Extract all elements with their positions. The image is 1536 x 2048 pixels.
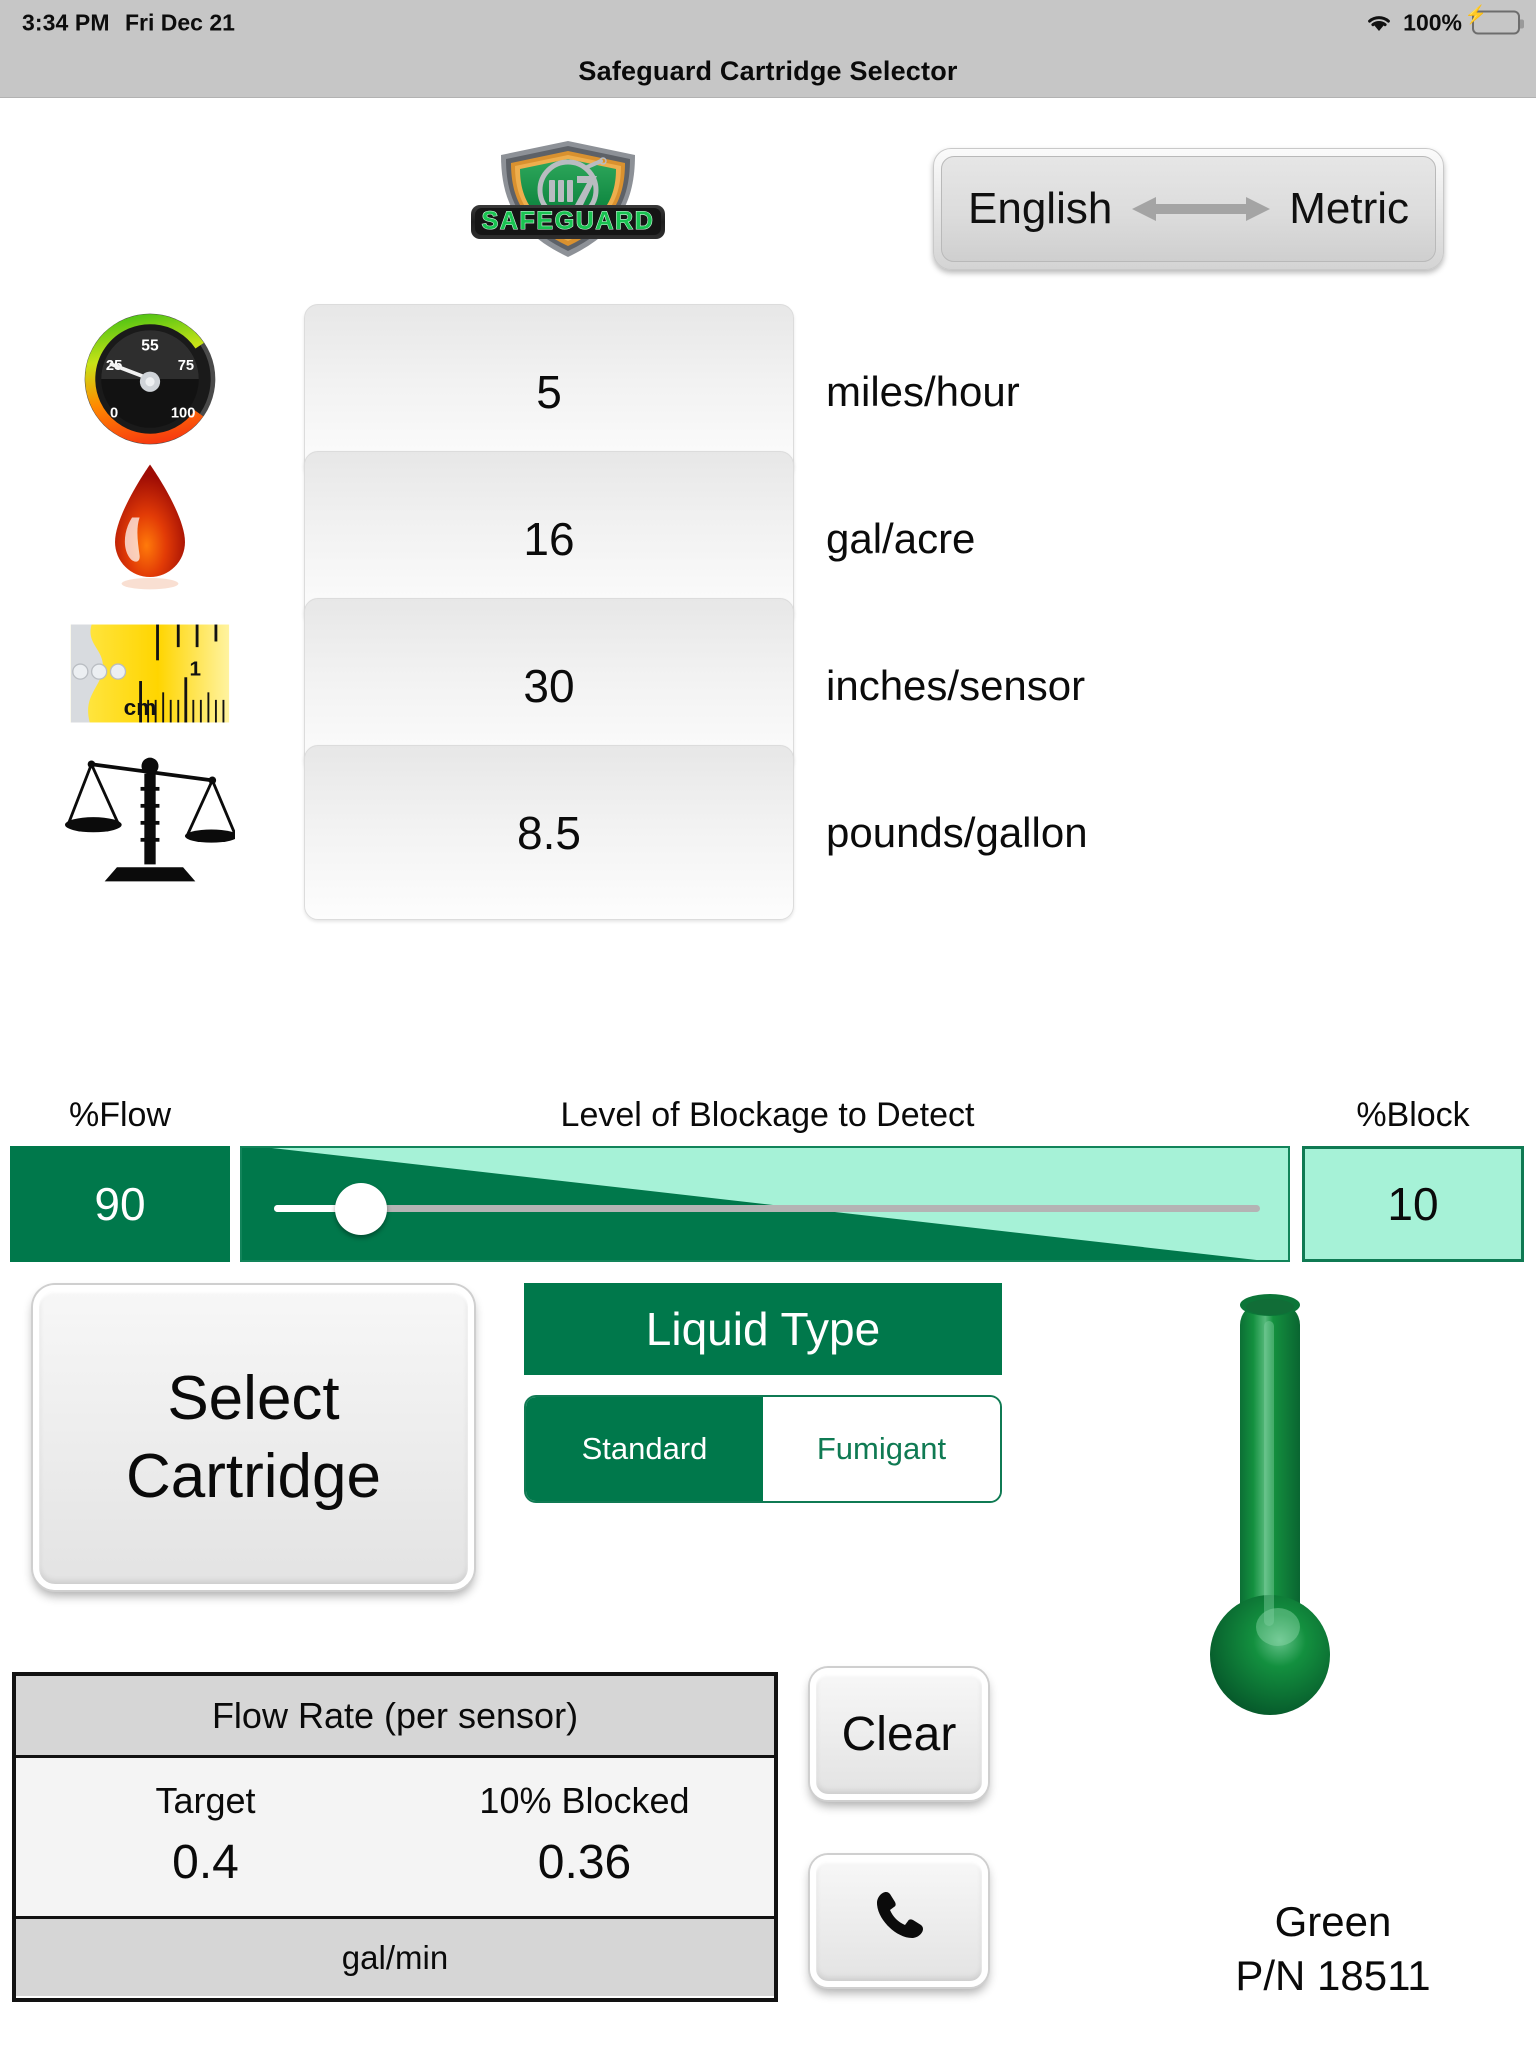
svg-text:SAFEGUARD: SAFEGUARD [482, 207, 655, 235]
percent-flow-label: %Flow [68, 1096, 172, 1134]
status-right-cluster: 100% ⚡ [1365, 6, 1524, 36]
table-column-header-blocked: 10% Blocked [479, 1780, 690, 1822]
table-value-target: 0.4 [172, 1835, 239, 1889]
unit-system-toggle[interactable]: English Metric [933, 148, 1444, 270]
density-value: 8.5 [517, 806, 581, 859]
cartridge-part-number: P/N 18511 [1235, 1951, 1431, 1999]
status-time: 3:34 PM [22, 9, 110, 35]
select-cartridge-line1: Select [167, 1364, 340, 1433]
status-bar: 3:34 PM Fri Dec 21 100% ⚡ [0, 0, 1536, 45]
page-title: Safeguard Cartridge Selector [578, 55, 958, 86]
percent-block-value-box: 10 [1302, 1146, 1524, 1262]
safeguard-shield-logo: SAFEGUARD [453, 133, 683, 265]
select-cartridge-label: Select Cartridge [126, 1360, 381, 1515]
wifi-icon [1365, 12, 1393, 34]
percent-block-value: 10 [1387, 1178, 1439, 1230]
percent-flow-value-box: 90 [10, 1146, 230, 1262]
slider-thumb[interactable] [335, 1183, 387, 1235]
unit-toggle-inner[interactable]: English Metric [941, 156, 1436, 262]
double-arrow-icon [1126, 194, 1276, 224]
flow-rate-table-body: Target 0.4 10% Blocked 0.36 [16, 1758, 774, 1916]
clear-button[interactable]: Clear [810, 1668, 988, 1800]
clear-button-label: Clear [841, 1707, 957, 1761]
unit-toggle-english-label: English [968, 184, 1113, 233]
speed-value: 5 [536, 365, 562, 418]
svg-text:0: 0 [110, 406, 118, 422]
slider-track[interactable] [274, 1205, 1260, 1212]
density-unit-label: pounds/gallon [826, 808, 1088, 856]
svg-text:55: 55 [141, 337, 159, 354]
rate-value: 16 [523, 512, 575, 565]
cartridge-color-name: Green [1274, 1898, 1392, 1945]
flow-rate-table: Flow Rate (per sensor) Target 0.4 10% Bl… [12, 1672, 778, 2002]
title-bar: Safeguard Cartridge Selector [0, 45, 1536, 98]
unit-toggle-metric-label: Metric [1289, 184, 1409, 233]
liquid-type-option-fumigant[interactable]: Fumigant [763, 1397, 1000, 1501]
liquid-type-title: Liquid Type [645, 1303, 881, 1355]
table-column-blocked: 10% Blocked 0.36 [395, 1758, 774, 1916]
table-column-header-target: Target [155, 1780, 256, 1822]
svg-text:100: 100 [171, 406, 196, 422]
table-column-target: Target 0.4 [16, 1758, 395, 1916]
battery-charging-icon: ⚡ [1465, 6, 1524, 35]
svg-text:cm: cm [124, 694, 157, 719]
flow-rate-table-header: Flow Rate (per sensor) [16, 1676, 774, 1758]
liquid-type-option-standard[interactable]: Standard [526, 1397, 763, 1501]
liquid-type-header: Liquid Type [524, 1283, 1002, 1375]
battery-percent: 100% [1403, 9, 1462, 35]
cartridge-result-label: Green P/N 18511 [1130, 1895, 1536, 2003]
phone-icon [867, 1884, 931, 1959]
spacing-value: 30 [523, 659, 575, 712]
app-root: 3:34 PM Fri Dec 21 100% ⚡ Safeguard Cart… [0, 0, 1536, 2048]
svg-text:1: 1 [190, 657, 202, 680]
call-button[interactable] [810, 1855, 988, 1987]
input-row-density: 8.5 pounds/gallon [0, 731, 1536, 920]
percent-flow-value: 90 [94, 1178, 146, 1230]
select-cartridge-button[interactable]: Select Cartridge [33, 1285, 474, 1590]
blockage-slider[interactable] [240, 1146, 1290, 1262]
svg-text:75: 75 [178, 358, 194, 374]
table-value-blocked: 0.36 [537, 1835, 632, 1889]
thermometer-cartridge-icon [1190, 1275, 1350, 1725]
blockage-slider-title: Level of Blockage to Detect [560, 1096, 975, 1134]
liquid-type-segmented-control[interactable]: Standard Fumigant [524, 1395, 1002, 1503]
status-date: Fri Dec 21 [125, 9, 235, 35]
flow-rate-table-footer: gal/min [16, 1916, 774, 1996]
balance-scale-icon [0, 731, 300, 909]
select-cartridge-line2: Cartridge [126, 1441, 381, 1511]
density-input[interactable]: 8.5 [304, 745, 794, 920]
percent-block-label: %Block [1356, 1096, 1470, 1134]
